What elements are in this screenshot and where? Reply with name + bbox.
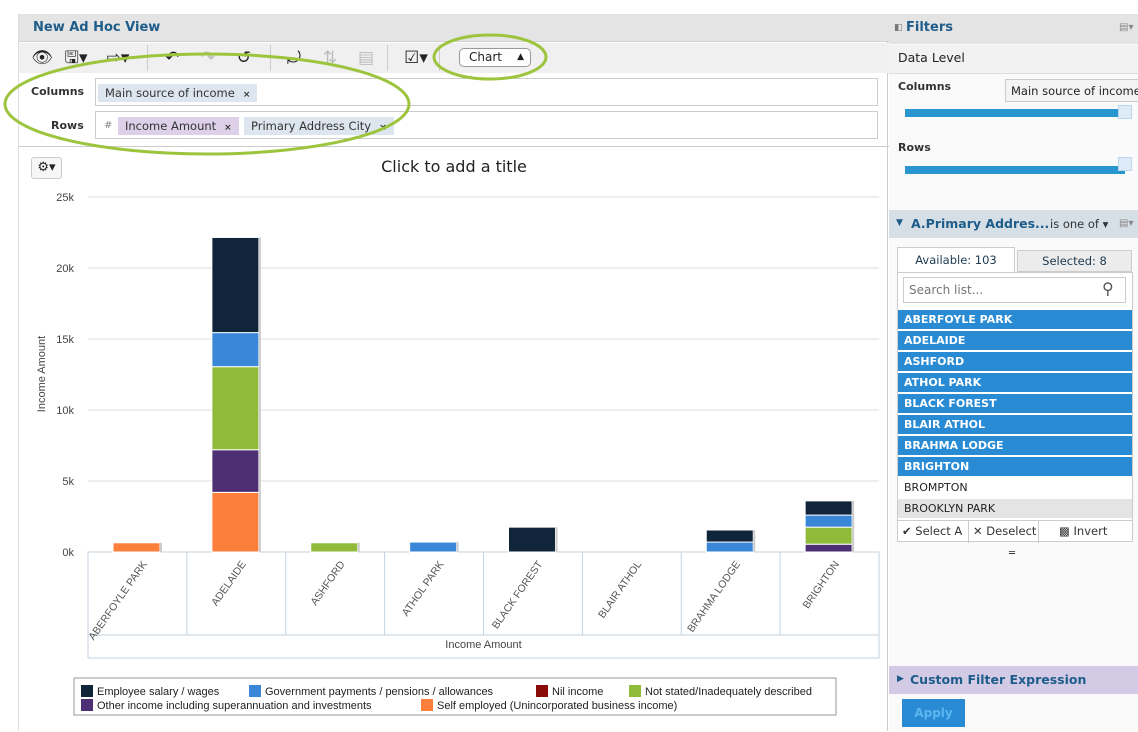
search-list-input[interactable] [903,277,1126,303]
bar-segment [804,543,853,553]
expand-icon[interactable]: ▼ [896,218,903,228]
bar-segment [508,526,556,553]
x-tick-label: ASHFORD [308,559,348,608]
rows-level-slider[interactable] [905,166,1125,174]
y-tick-label: 10k [56,405,74,417]
filter-list-item[interactable]: BRAHMA LODGE [898,436,1132,456]
legend-item: Other income including superannuation an… [97,700,372,712]
deselect-button[interactable]: ✕ Deselect [968,521,1038,543]
bar-segment [211,366,260,451]
invert-button[interactable]: ▩ Invert [1038,521,1132,543]
x-tick-label: BLAIR ATHOL [596,559,644,621]
panel-collapse-icon[interactable]: ◧ [894,23,903,33]
columns-level-slider[interactable] [905,109,1125,117]
search-icon[interactable]: ⚲ [1102,279,1114,298]
tab-available[interactable]: Available: 103 [897,247,1015,273]
bar-segment [804,526,853,545]
bar-segment [409,541,458,553]
filter-list-item[interactable]: ADELAIDE [898,331,1132,351]
menu-icon[interactable]: ▤▾ [1119,22,1133,33]
bar-segment [112,542,161,553]
y-tick-label: 20k [56,263,74,275]
bar-segment [211,449,260,493]
legend-item: Nil income [552,686,603,698]
filter-list-item[interactable]: BROOKLYN PARK [898,499,1132,519]
legend-swatch [421,699,433,711]
x-axis-label: Income Amount [445,639,521,651]
legend-item: Self employed (Unincorporated business i… [437,700,677,712]
filter-list-item[interactable]: BLACK FOREST [898,394,1132,414]
data-level-label: Data Level [889,45,1138,74]
bar-shadow [456,542,459,552]
bar-shadow [753,529,756,552]
filters-title: Filters [906,20,953,35]
slider-handle[interactable] [1118,105,1132,119]
bar-shadow [852,500,855,552]
filter-name: A.Primary Addres... [911,216,1050,231]
legend-item: Employee salary / wages [97,686,220,698]
expand-icon[interactable]: ▶ [897,674,904,684]
select-all-button[interactable]: ✔ Select A [902,524,968,538]
legend-item: Government payments / pensions / allowan… [265,686,494,698]
y-tick-label: 5k [62,476,74,488]
bar-shadow [160,542,162,552]
filter-list-item[interactable]: BRIGHTON [898,457,1132,477]
list-actions: ✔ Select A ✕ Deselect ▩ Invert [898,520,1132,543]
filter-list-item[interactable]: ASHFORD [898,352,1132,372]
bar-segment [211,332,260,368]
bar-segment [211,491,260,553]
filter-header[interactable]: ▼ A.Primary Addres... is one of ▾ ▤▾ [889,210,1138,238]
filters-rows-label: Rows [898,141,931,154]
bar-segment [705,529,754,543]
filters-panel: ◧ Filters ▤▾ Data Level Columns Main sou… [889,14,1138,731]
bar-shadow [258,237,261,552]
filters-header: ◧ Filters ▤▾ [889,14,1138,44]
x-tick-label: ATHOL PARK [400,559,447,619]
y-tick-label: 15k [56,334,74,346]
x-tick-label: BLACK FOREST [490,558,546,631]
tab-selected[interactable]: Selected: 8 [1017,250,1132,272]
filter-list-item[interactable]: BLAIR ATHOL [898,415,1132,435]
x-tick-label: BRAHMA LODGE [685,559,743,635]
y-tick-label: 25k [56,192,74,204]
legend-swatch [536,685,548,697]
custom-filter-expression-header[interactable]: ▶ Custom Filter Expression [889,666,1138,694]
slider-handle[interactable] [1118,157,1132,171]
resize-handle-icon[interactable]: ═ [1009,548,1015,559]
bar-shadow [555,527,558,552]
filters-columns-label: Columns [898,80,952,93]
legend-swatch [81,699,93,711]
bar-segment [705,541,754,553]
apply-button[interactable]: Apply [902,699,965,727]
legend-swatch [81,685,93,697]
legend-swatch [249,685,261,697]
bar-segment [804,500,853,516]
y-axis-label: Income Amount [36,336,48,412]
slider-tooltip: Main source of income [1005,79,1138,102]
bar-segment [211,236,260,334]
x-tick-label: ADELAIDE [209,559,249,608]
legend-swatch [629,685,641,697]
filter-list-item[interactable]: ATHOL PARK [898,373,1132,393]
ad-hoc-view: New Ad Hoc View 👁 🖫▾ ⇨▾ ↶ ↷ ↺ ⤾ ⇅ ▤ ☑▾ C… [18,14,889,731]
bar-segment [804,514,853,528]
bar-segment [310,542,359,553]
x-tick-label: ABERFOYLE PARK [86,559,150,643]
menu-icon[interactable]: ▤▾ [1119,218,1133,229]
y-tick-label: 0k [62,547,74,559]
filter-list-item[interactable]: BROMPTON [898,478,1132,498]
operator-dropdown[interactable]: is one of ▾ [1050,217,1108,231]
stacked-bar-chart: 0k 5k 10k 15k 20k 25k Income Amount ABERFOYLE P… [36,192,880,716]
chart-area: ⚙▾ Click to add a title 0k 5k 10k 15k 20k 25k… [19,146,889,731]
bar-shadow [357,542,360,552]
legend-item: Not stated/Inadequately described [645,686,812,698]
x-tick-label: BRIGHTON [801,559,843,611]
filter-list-item[interactable]: ABERFOYLE PARK [898,310,1132,330]
